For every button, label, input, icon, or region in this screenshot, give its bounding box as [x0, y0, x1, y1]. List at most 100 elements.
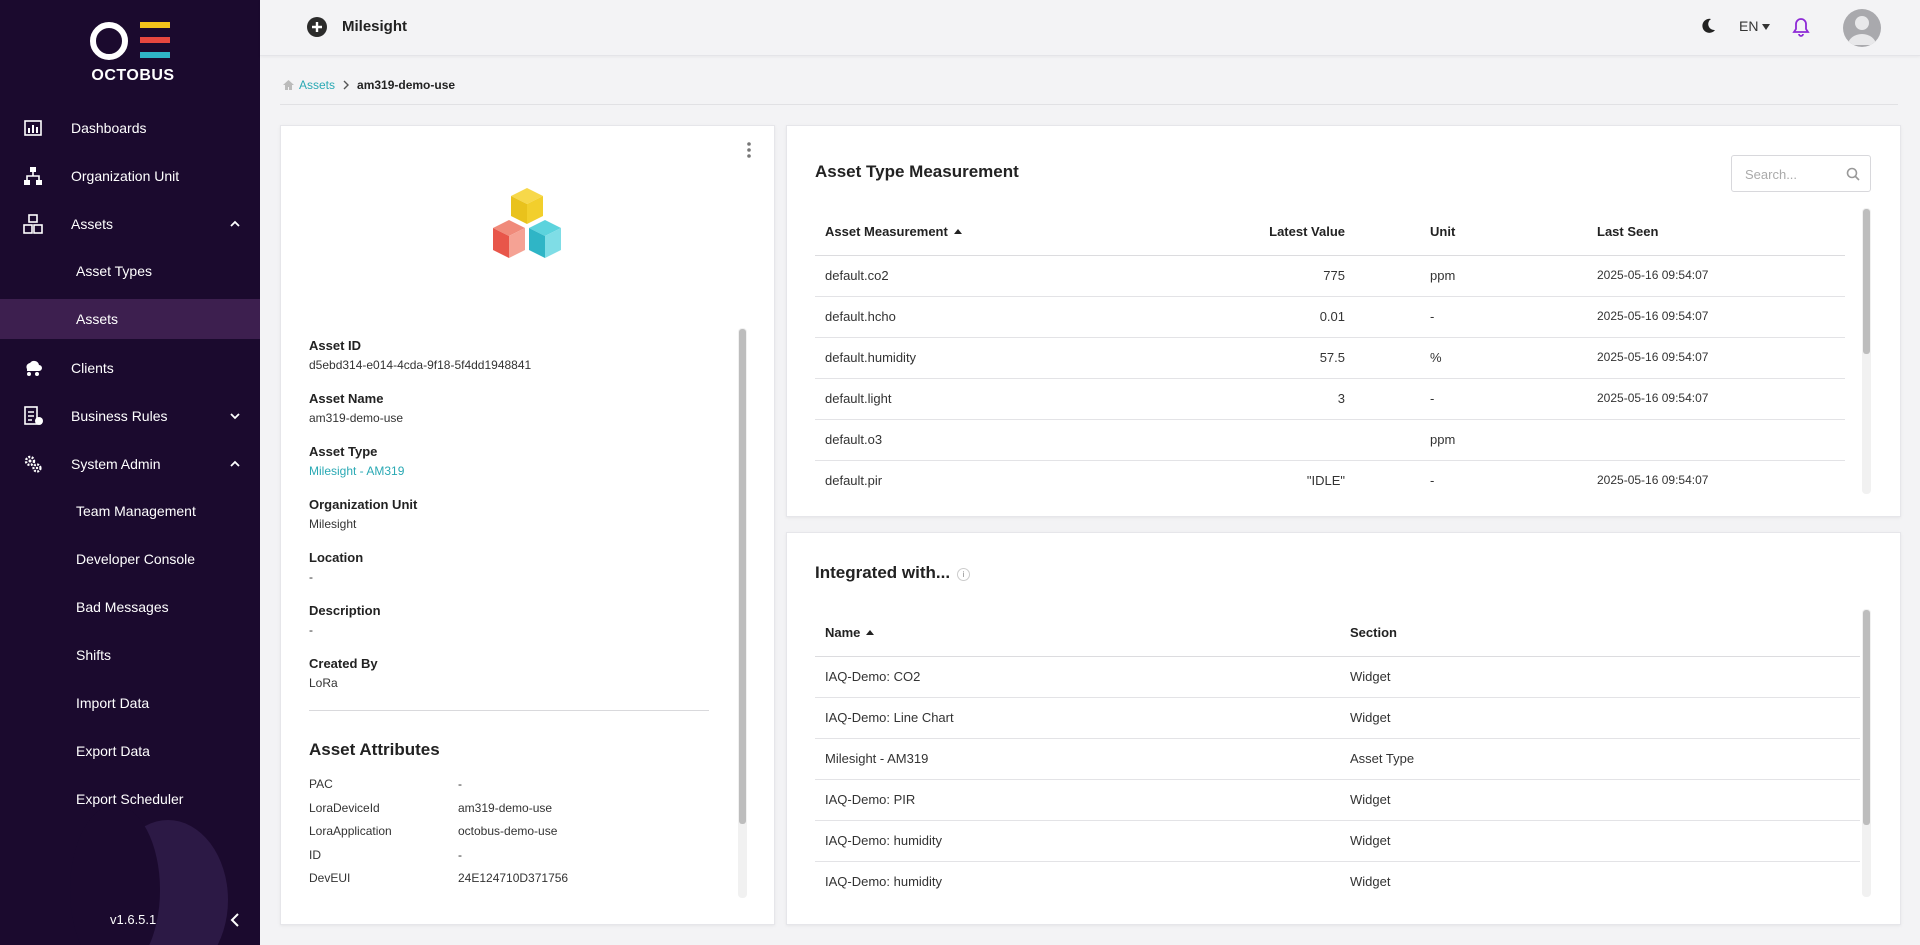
organization-name[interactable]: Milesight — [342, 18, 407, 35]
table-row[interactable]: IAQ-Demo: humidity Widget — [815, 862, 1860, 903]
measurement-last-seen: 2025-05-16 09:54:07 — [1597, 391, 1709, 405]
info-icon[interactable]: i — [957, 568, 970, 581]
measurement-title: Asset Type Measurement — [815, 162, 1019, 181]
measurement-unit: - — [1430, 473, 1435, 488]
top-bar: Milesight EN — [260, 0, 1920, 56]
field-created-by: Created By LoRa — [309, 656, 378, 690]
breadcrumb-assets-link[interactable]: Assets — [299, 78, 335, 92]
measurement-value: 57.5 — [1319, 350, 1345, 365]
table-row[interactable]: default.o3 ppm — [815, 420, 1845, 461]
sidebar-subitem-shifts[interactable]: Shifts — [0, 635, 260, 675]
integration-section: Widget — [1350, 833, 1391, 848]
field-label: Location — [309, 550, 364, 565]
sidebar-subitem-team-management[interactable]: Team Management — [0, 491, 260, 531]
asset-cubes-icon — [493, 188, 561, 258]
measurement-name: default.o3 — [825, 432, 883, 447]
column-header-latest-value[interactable]: Latest Value — [1245, 224, 1345, 239]
logo-ring-icon — [90, 22, 128, 60]
sidebar-subitem-bad-messages[interactable]: Bad Messages — [0, 587, 260, 627]
sidebar-item-label: Organization Unit — [71, 168, 180, 184]
sidebar-item-system-admin[interactable]: System Admin — [0, 441, 260, 487]
measurement-table-header: Asset Measurement Latest Value Unit Last… — [815, 208, 1845, 256]
measurement-value: 775 — [1323, 268, 1345, 283]
collapse-sidebar-icon[interactable] — [228, 912, 242, 928]
table-row[interactable]: IAQ-Demo: Line Chart Widget — [815, 698, 1860, 739]
sidebar-item-dashboards[interactable]: Dashboards — [0, 105, 260, 151]
field-label: Organization Unit — [309, 497, 418, 512]
measurement-unit: - — [1430, 391, 1435, 406]
sidebar-item-label: Business Rules — [71, 408, 168, 424]
sidebar-item-organization-unit[interactable]: Organization Unit — [0, 153, 260, 199]
sidebar-item-business-rules[interactable]: Business Rules — [0, 393, 260, 439]
column-header-name[interactable]: Name — [825, 625, 875, 640]
column-header-asset-measurement[interactable]: Asset Measurement — [825, 224, 962, 239]
field-value: - — [309, 570, 313, 584]
octobus-logo[interactable]: OCTOBUS — [88, 20, 178, 86]
table-row[interactable]: default.co2 775 ppm 2025-05-16 09:54:07 — [815, 256, 1845, 297]
integrations-table-header: Name Section — [815, 609, 1860, 657]
table-row[interactable]: default.light 3 - 2025-05-16 09:54:07 — [815, 379, 1845, 420]
integration-name: Milesight - AM319 — [825, 751, 929, 766]
add-circle-icon[interactable] — [307, 17, 327, 37]
home-icon[interactable] — [282, 79, 295, 91]
table-row[interactable]: Milesight - AM319 Asset Type — [815, 739, 1860, 780]
sort-ascending-icon[interactable] — [866, 630, 875, 635]
sidebar-subitem-label: Export Scheduler — [76, 791, 184, 807]
sidebar-subitem-label: Developer Console — [76, 551, 196, 567]
measurement-last-seen: 2025-05-16 09:54:07 — [1597, 268, 1709, 282]
user-silhouette-icon — [1848, 16, 1876, 45]
chevron-up-icon[interactable] — [228, 457, 242, 471]
sidebar-subitem-assets[interactable]: Assets — [0, 299, 260, 339]
search-icon[interactable] — [1846, 167, 1860, 181]
sidebar-item-assets[interactable]: Assets — [0, 201, 260, 247]
table-row[interactable]: default.humidity 57.5 % 2025-05-16 09:54… — [815, 338, 1845, 379]
integration-name: IAQ-Demo: CO2 — [825, 669, 921, 684]
breadcrumb-current: am319-demo-use — [357, 78, 456, 92]
scrollbar-thumb[interactable] — [1863, 610, 1870, 825]
notification-bell-icon[interactable] — [1790, 16, 1812, 38]
asset-type-link[interactable]: Milesight - AM319 — [309, 464, 404, 478]
sidebar-subitem-export-data[interactable]: Export Data — [0, 731, 260, 771]
column-label: Name — [825, 625, 861, 640]
column-header-last-seen[interactable]: Last Seen — [1597, 224, 1658, 239]
language-selector[interactable]: EN — [1739, 18, 1758, 34]
integration-section: Widget — [1350, 874, 1391, 889]
measurement-last-seen: 2025-05-16 09:54:07 — [1597, 473, 1709, 487]
column-header-section[interactable]: Section — [1350, 625, 1397, 640]
measurement-value: "IDLE" — [1306, 473, 1345, 488]
attribute-key: LoraApplication — [309, 824, 392, 838]
chevron-down-icon[interactable] — [228, 409, 242, 423]
column-header-unit[interactable]: Unit — [1430, 224, 1455, 239]
field-value: Milesight — [309, 517, 357, 531]
table-row[interactable]: IAQ-Demo: PIR Widget — [815, 780, 1860, 821]
integration-name: IAQ-Demo: humidity — [825, 833, 943, 848]
sidebar-subitem-asset-types[interactable]: Asset Types — [0, 251, 260, 291]
sort-ascending-icon[interactable] — [953, 229, 962, 234]
logo-wordmark: OCTOBUS — [91, 67, 175, 84]
scrollbar-thumb[interactable] — [739, 329, 746, 824]
field-location: Location - — [309, 550, 363, 584]
table-row[interactable]: default.hcho 0.01 - 2025-05-16 09:54:07 — [815, 297, 1845, 338]
more-options-icon[interactable] — [745, 141, 753, 159]
sidebar-subitem-label: Assets — [76, 311, 119, 327]
table-row[interactable]: default.pir "IDLE" - 2025-05-16 09:54:07 — [815, 461, 1845, 502]
table-row[interactable]: IAQ-Demo: humidity Widget — [815, 821, 1860, 862]
search-placeholder: Search... — [1745, 167, 1798, 182]
search-input[interactable]: Search... — [1731, 155, 1871, 192]
caret-down-icon[interactable] — [1762, 24, 1770, 30]
attribute-key: ID — [309, 848, 321, 862]
scrollbar-thumb[interactable] — [1863, 209, 1870, 354]
sidebar-item-clients[interactable]: Clients — [0, 345, 260, 391]
chevron-up-icon[interactable] — [228, 217, 242, 231]
user-avatar[interactable] — [1843, 9, 1881, 47]
measurement-unit: ppm — [1430, 432, 1456, 447]
attribute-value: - — [458, 777, 462, 791]
dark-mode-icon[interactable] — [1700, 18, 1716, 34]
field-description: Description - — [309, 603, 381, 637]
sidebar-subitem-import-data[interactable]: Import Data — [0, 683, 260, 723]
table-row[interactable]: IAQ-Demo: CO2 Widget — [815, 657, 1860, 698]
sidebar-item-label: Dashboards — [71, 120, 147, 136]
field-label: Asset Name — [309, 391, 384, 406]
sidebar-subitem-developer-console[interactable]: Developer Console — [0, 539, 260, 579]
sidebar: OCTOBUS Dashboards Organization Unit Ass… — [0, 0, 260, 945]
